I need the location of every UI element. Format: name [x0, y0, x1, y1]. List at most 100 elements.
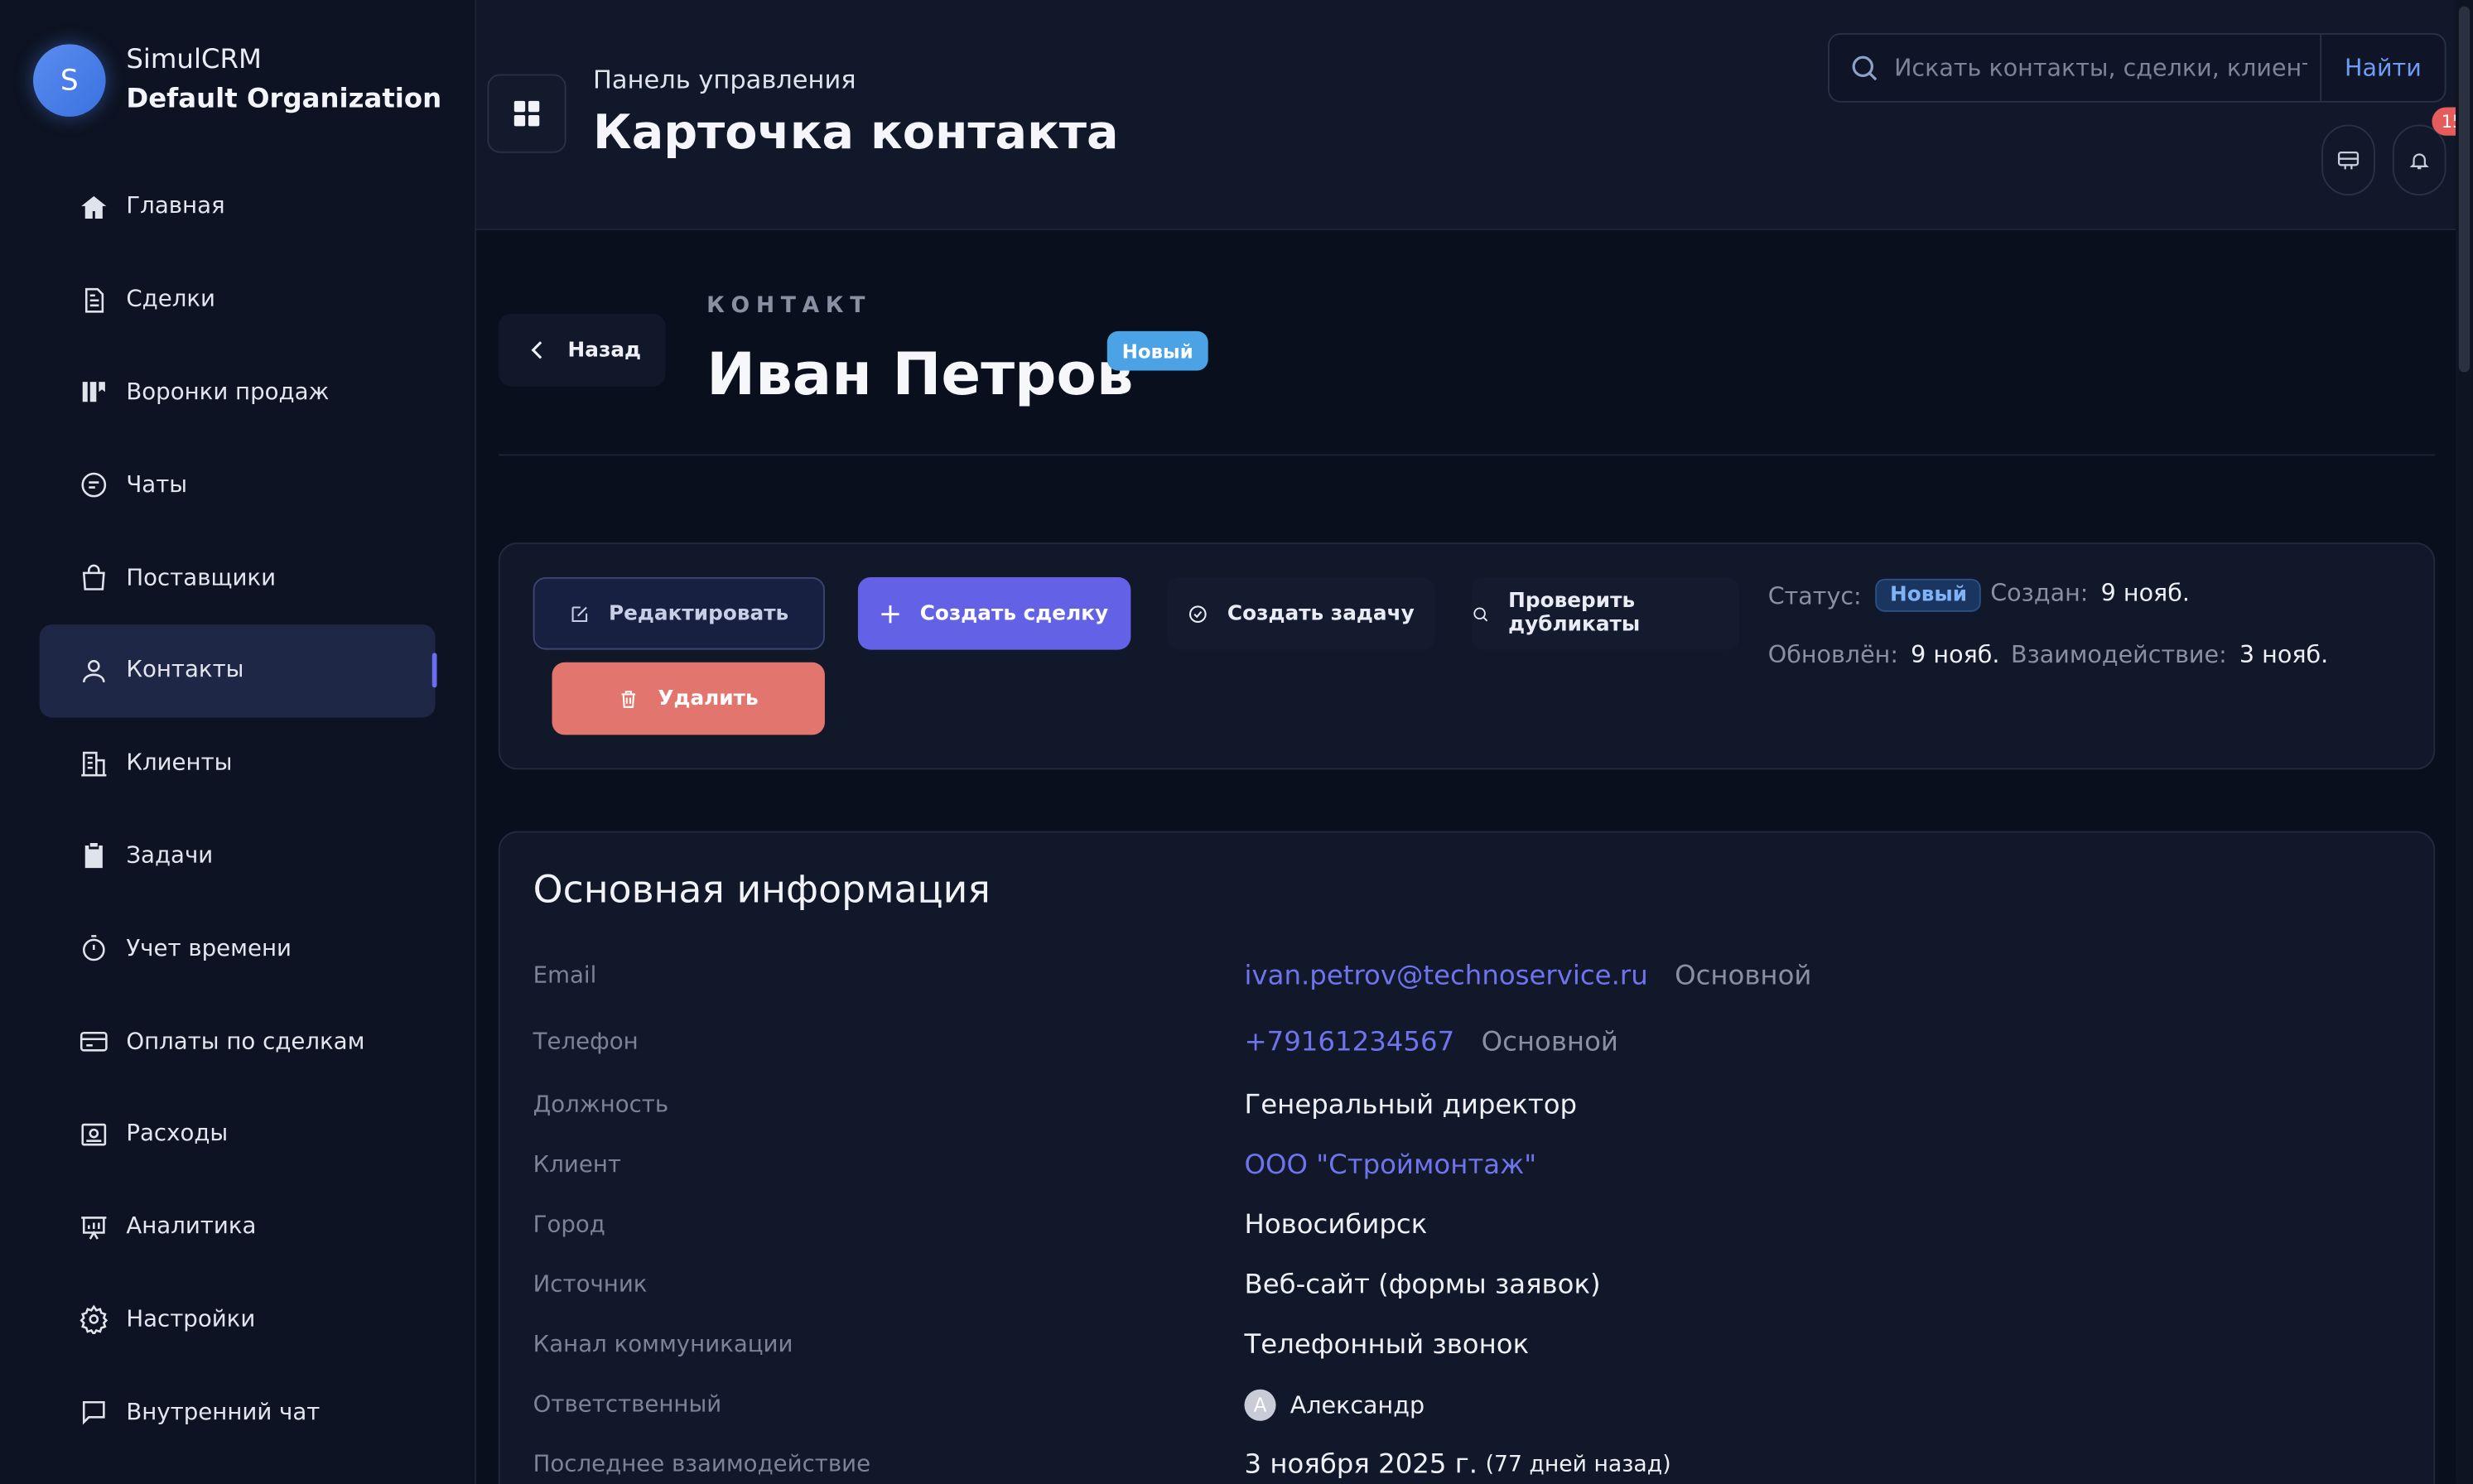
create-deal-button[interactable]: Создать сделку	[857, 576, 1131, 650]
sidebar-item-label: Аналитика	[126, 1214, 257, 1241]
credit-card-icon	[77, 1026, 108, 1058]
sidebar-item-deals[interactable]: Сделки	[40, 253, 436, 346]
sidebar-item-time-tracking[interactable]: Учет времени	[40, 903, 436, 995]
chevron-left-icon	[531, 341, 542, 359]
page-scrollbar[interactable]	[2455, 0, 2473, 1484]
owner-row: А Александр	[1244, 1389, 1425, 1421]
sidebar-item-suppliers[interactable]: Поставщики	[40, 532, 436, 624]
create-deal-button-label: Создать сделку	[919, 601, 1109, 626]
apps-menu-button[interactable]	[487, 74, 566, 153]
search-icon	[1473, 606, 1488, 621]
sidebar-item-settings[interactable]: Настройки	[40, 1274, 436, 1366]
client-label: Клиент	[533, 1153, 621, 1178]
meta-status: Статус: Новый	[1768, 578, 1982, 612]
city-label: Город	[533, 1212, 605, 1238]
sidebar-item-payments[interactable]: Оплаты по сделкам	[40, 995, 436, 1088]
edit-icon	[571, 605, 588, 622]
phone-tag: Основной	[1481, 1026, 1618, 1058]
owner-label: Ответственный	[533, 1392, 722, 1418]
grid-icon	[513, 100, 540, 127]
sidebar-item-label: Главная	[126, 194, 225, 220]
source-label: Источник	[533, 1272, 648, 1298]
sidebar-item-analytics[interactable]: Аналитика	[40, 1181, 436, 1274]
sidebar-item-expenses[interactable]: Расходы	[40, 1088, 436, 1181]
sidebar-item-home[interactable]: Главная	[40, 161, 436, 253]
sidebar-item-label: Учет времени	[126, 936, 292, 962]
meta-interaction-value: 3 нояб.	[2239, 640, 2329, 669]
edit-button-label: Редактировать	[608, 601, 789, 626]
sidebar-item-label: Клиенты	[126, 750, 233, 777]
user-icon	[77, 655, 108, 687]
sidebar-item-label: Чаты	[126, 472, 188, 499]
actions-panel: Редактировать Создать сделку Создать зад…	[498, 542, 2436, 770]
check-duplicates-button-label: Проверить дубликаты	[1508, 590, 1641, 638]
meta-updated: Обновлён: 9 нояб.	[1768, 640, 2000, 668]
edit-button[interactable]: Редактировать	[533, 576, 825, 650]
email-tag: Основной	[1675, 960, 1812, 992]
sidebar-item-label: Внутренний чат	[126, 1400, 321, 1426]
receipt-icon	[77, 1119, 108, 1150]
sidebar-item-label: Поставщики	[126, 565, 277, 591]
delete-button[interactable]: Удалить	[552, 662, 825, 735]
phone-link[interactable]: +79161234567	[1244, 1027, 1454, 1058]
sidebar-item-tasks[interactable]: Задачи	[40, 810, 436, 903]
sidebar-item-internal-chat[interactable]: Внутренний чат	[40, 1366, 436, 1459]
meta-created: Создан: 9 нояб.	[1990, 579, 2190, 607]
section-title: Основная информация	[533, 867, 991, 912]
source-value: Веб-сайт (формы заявок)	[1244, 1269, 1601, 1302]
back-button[interactable]: Назад	[498, 313, 666, 387]
meta-interaction-label: Взаимодействие:	[2010, 640, 2227, 669]
client-link[interactable]: ООО "Строймонтаж"	[1244, 1149, 1536, 1181]
sidebar-item-label: Воронки продаж	[126, 379, 330, 406]
sidebar-item-label: Расходы	[126, 1121, 229, 1148]
meta-updated-label: Обновлён:	[1767, 640, 1898, 669]
app-name: SimulCRM	[126, 44, 262, 76]
sidebar-item-chats[interactable]: Чаты	[40, 439, 436, 532]
brand[interactable]: S SimulCRM Default Organization	[32, 41, 442, 120]
email-link[interactable]: ivan.petrov@technoservice.ru	[1244, 961, 1647, 992]
sidebar-item-label: Настройки	[126, 1307, 256, 1333]
sidebar-item-pipelines[interactable]: Воронки продаж	[40, 346, 436, 439]
org-avatar: S	[32, 44, 106, 117]
meta-created-label: Создан:	[1990, 578, 2089, 608]
phone-label: Телефон	[533, 1029, 639, 1055]
inbox-button[interactable]	[2321, 124, 2375, 196]
home-icon	[77, 191, 108, 223]
email-label: Email	[533, 963, 597, 989]
position-value: Генеральный директор	[1244, 1089, 1578, 1121]
sidebar-nav: Главная Сделки Воронки продаж Чаты Поста…	[39, 161, 437, 1459]
sidebar-item-label: Задачи	[126, 843, 214, 870]
sidebar-item-clients[interactable]: Клиенты	[40, 717, 436, 810]
chat-icon	[77, 470, 108, 501]
sidebar-item-contacts[interactable]: Контакты	[39, 624, 437, 718]
search-icon	[1852, 55, 1878, 81]
clipboard-icon	[77, 841, 108, 872]
notifications-button[interactable]	[2392, 124, 2446, 196]
create-task-button[interactable]: Создать задачу	[1167, 576, 1435, 650]
meta-interaction: Взаимодействие: 3 нояб.	[2011, 640, 2328, 668]
last-interaction-ago: (77 дней назад)	[1485, 1452, 1671, 1478]
scrollbar-thumb[interactable]	[2458, 6, 2471, 373]
entity-kicker: КОНТАКТ	[706, 293, 872, 319]
channel-value: Телефонный звонок	[1244, 1329, 1530, 1361]
search-input[interactable]	[1894, 53, 2307, 83]
position-label: Должность	[533, 1092, 669, 1119]
channel-label: Канал коммуникации	[533, 1332, 793, 1358]
sidebar-item-label: Оплаты по сделкам	[126, 1029, 365, 1055]
back-button-label: Назад	[567, 338, 642, 363]
last-interaction-row: 3 ноября 2025 г. (77 дней назад)	[1244, 1449, 1670, 1481]
global-search: Найти	[1828, 32, 2446, 103]
city-value: Новосибирск	[1244, 1209, 1428, 1241]
org-name: Default Organization	[126, 83, 442, 116]
divider	[498, 454, 2436, 456]
owner-avatar: А	[1244, 1389, 1276, 1421]
status-badge: Новый	[1106, 330, 1208, 371]
sidebar-item-label: Контакты	[126, 658, 244, 684]
meta-created-value: 9 нояб.	[2100, 578, 2190, 608]
trash-icon	[621, 690, 636, 707]
breadcrumb[interactable]: Панель управления	[593, 65, 856, 94]
check-duplicates-button[interactable]: Проверить дубликаты	[1471, 576, 1740, 650]
stopwatch-icon	[77, 933, 108, 965]
search-button[interactable]: Найти	[2320, 34, 2444, 101]
funnel-board-icon	[77, 377, 108, 408]
